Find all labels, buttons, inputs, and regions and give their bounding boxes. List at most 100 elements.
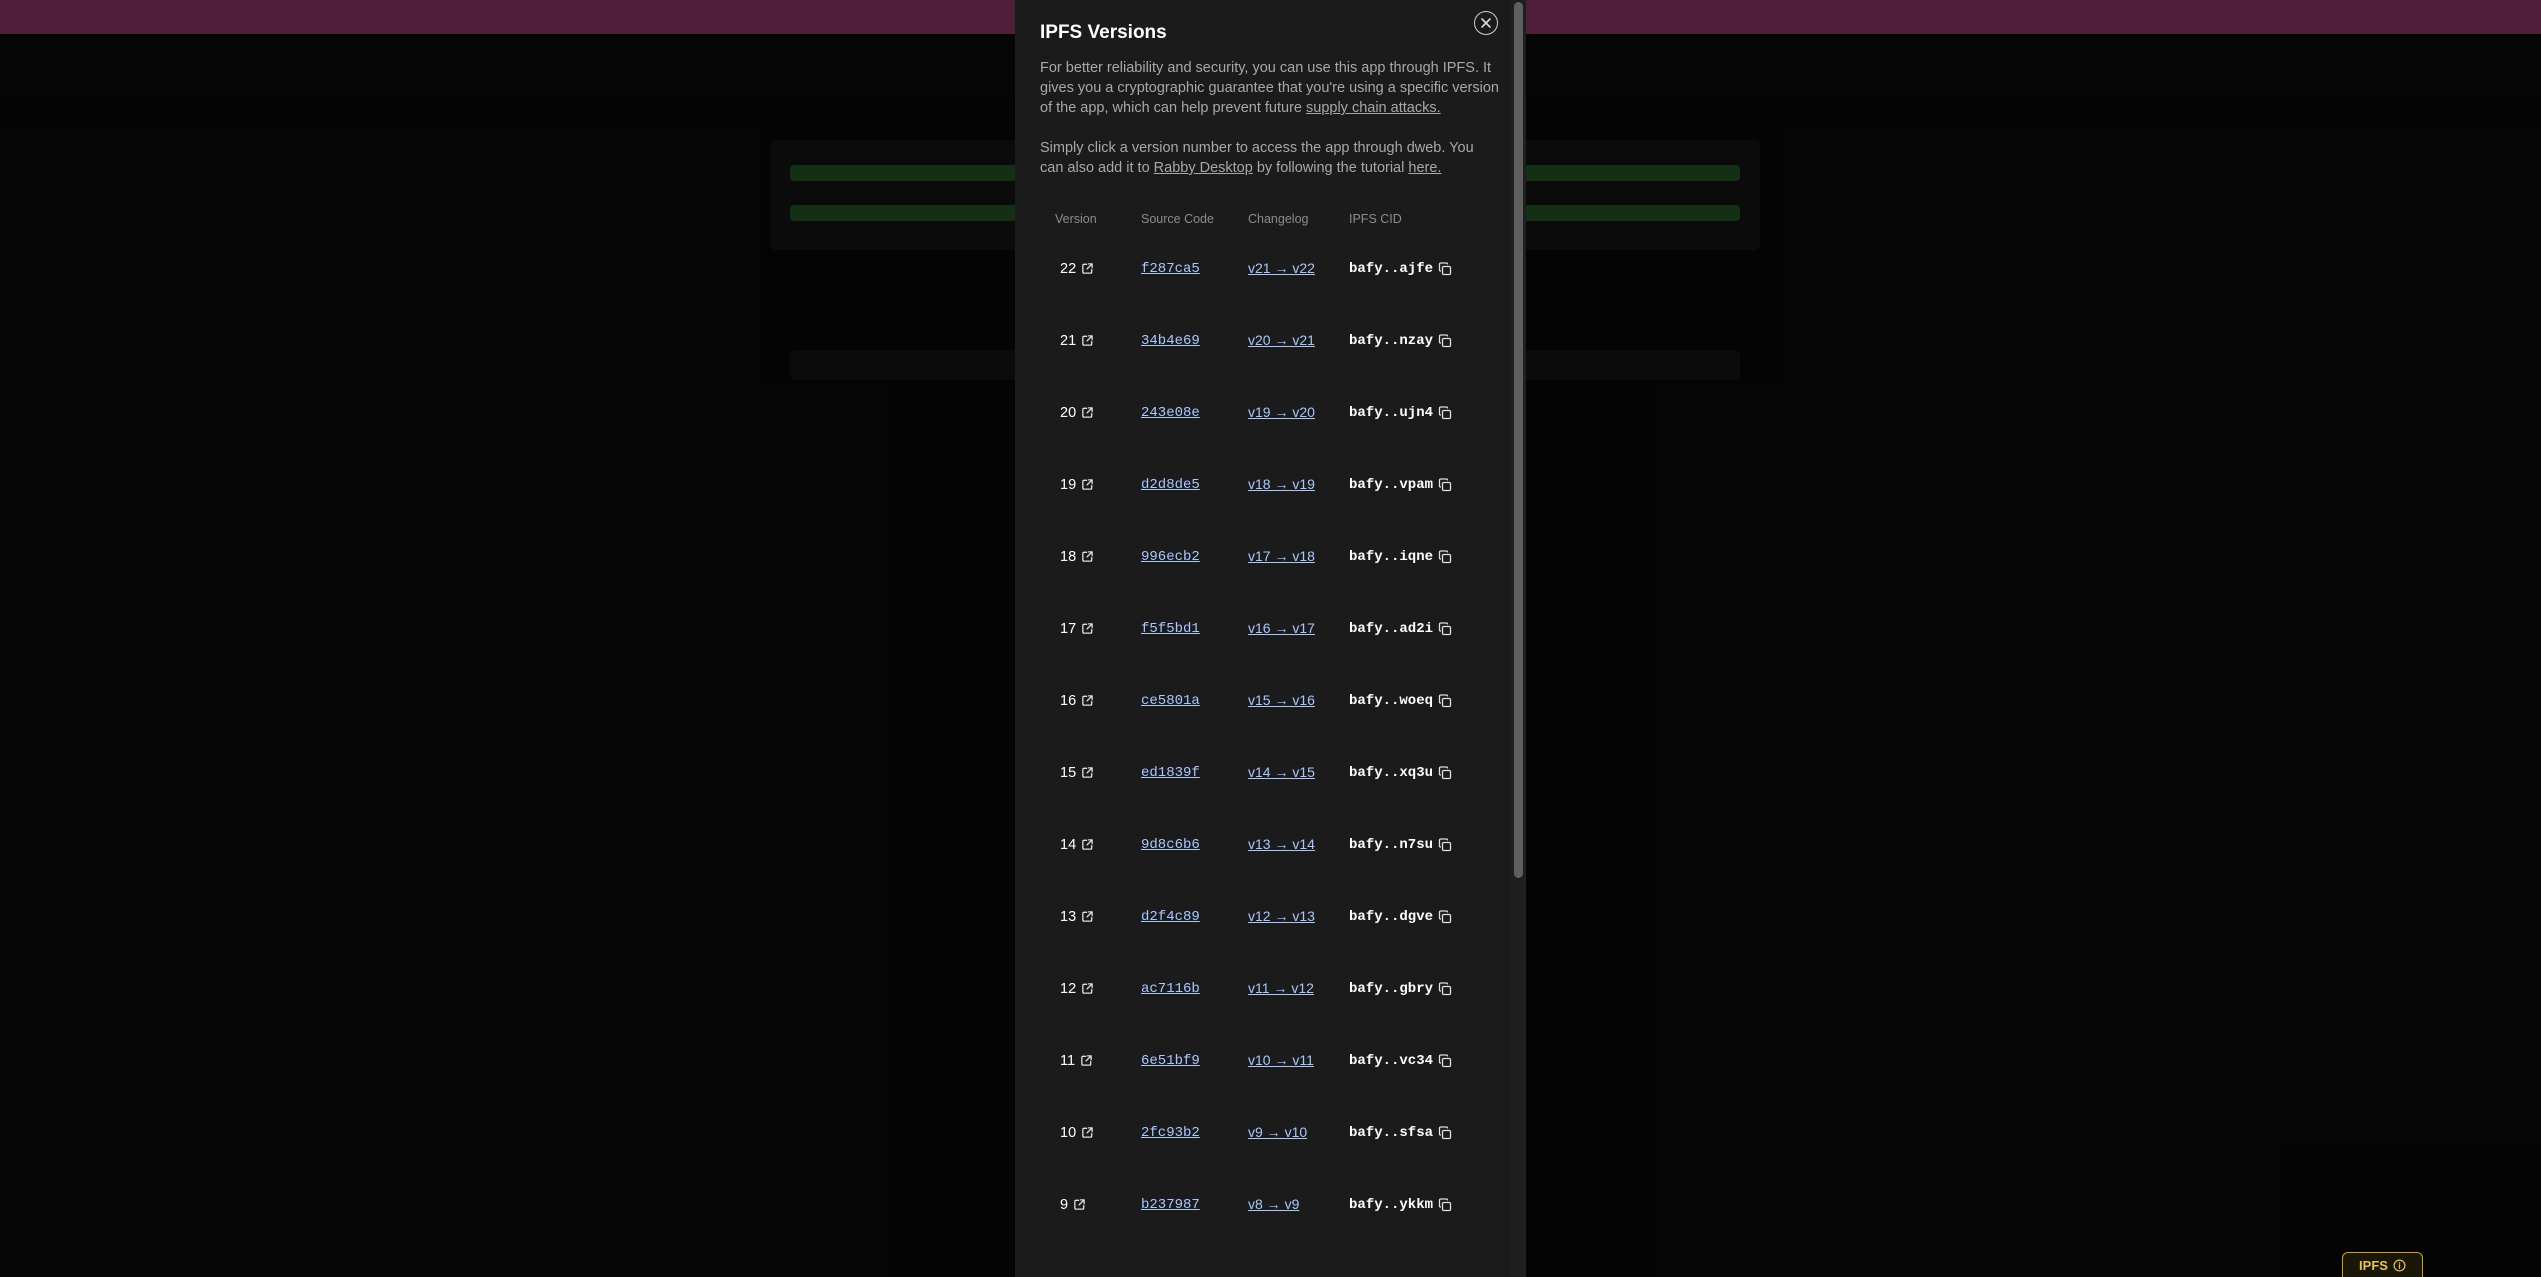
version-number: 11: [1060, 1052, 1076, 1069]
modal-instructions: Simply click a version number to access …: [1040, 138, 1500, 178]
source-code-link[interactable]: ce5801a: [1141, 693, 1200, 709]
copy-cid-button[interactable]: [1438, 766, 1452, 780]
changelog-link[interactable]: v18 → v19: [1248, 476, 1315, 492]
source-code-link[interactable]: d2d8de5: [1141, 477, 1200, 493]
changelog-cell: v15 → v16: [1248, 664, 1349, 736]
copy-cid-button[interactable]: [1438, 406, 1452, 420]
copy-cid-button[interactable]: [1438, 838, 1452, 852]
header-changelog: Changelog: [1248, 212, 1309, 226]
source-code-link[interactable]: f287ca5: [1141, 261, 1200, 277]
source-code-link[interactable]: 243e08e: [1141, 405, 1200, 421]
copy-cid-button[interactable]: [1438, 622, 1452, 636]
source-code-link[interactable]: 6e51bf9: [1141, 1053, 1200, 1069]
table-header-row: Version Source Code Changelog IPFS CID: [1040, 206, 1480, 232]
source-code-link[interactable]: d2f4c89: [1141, 909, 1200, 925]
close-button[interactable]: [1474, 11, 1498, 35]
copy-cid-button[interactable]: [1438, 1198, 1452, 1212]
changelog-cell: v8 → v9: [1248, 1168, 1349, 1240]
version-link[interactable]: 13: [1060, 909, 1094, 925]
version-link[interactable]: 12: [1060, 981, 1094, 997]
version-link[interactable]: 14: [1060, 837, 1094, 853]
version-link[interactable]: 19: [1060, 477, 1094, 493]
version-link[interactable]: 9: [1060, 1197, 1086, 1213]
tutorial-link[interactable]: here.: [1408, 160, 1441, 176]
copy-cid-button[interactable]: [1438, 1126, 1452, 1140]
version-link[interactable]: 17: [1060, 621, 1094, 637]
changelog-link[interactable]: v15 → v16: [1248, 692, 1315, 708]
version-link[interactable]: 22: [1060, 261, 1094, 277]
source-code-cell: 6e51bf9: [1141, 1024, 1248, 1096]
source-code-cell: f5f5bd1: [1141, 592, 1248, 664]
version-number: 10: [1060, 1124, 1077, 1141]
version-link[interactable]: 16: [1060, 693, 1094, 709]
rabby-desktop-link[interactable]: Rabby Desktop: [1154, 160, 1253, 176]
changelog-link[interactable]: v9 → v10: [1248, 1124, 1307, 1140]
version-link[interactable]: 11: [1060, 1053, 1093, 1069]
changelog-link[interactable]: v11 → v12: [1248, 980, 1314, 996]
source-code-link[interactable]: ed1839f: [1141, 765, 1200, 781]
ipfs-cid-cell: bafy..ykkm: [1349, 1168, 1480, 1240]
source-code-link[interactable]: f5f5bd1: [1141, 621, 1200, 637]
changelog-link[interactable]: v8 → v9: [1248, 1196, 1299, 1212]
changelog-link[interactable]: v16 → v17: [1248, 620, 1315, 636]
version-number: 18: [1060, 548, 1077, 565]
ipfs-cid-cell: bafy..woeq: [1349, 664, 1480, 736]
cid-wrap: bafy..ujn4: [1349, 405, 1452, 421]
changelog-link[interactable]: v17 → v18: [1248, 548, 1315, 564]
changelog-link[interactable]: v13 → v14: [1248, 836, 1315, 852]
ipfs-cid-value: bafy..vc34: [1349, 1053, 1434, 1069]
changelog-link[interactable]: v10 → v11: [1248, 1052, 1314, 1068]
copy-cid-button[interactable]: [1438, 478, 1452, 492]
source-code-link[interactable]: b237987: [1141, 1197, 1200, 1213]
source-code-link[interactable]: 34b4e69: [1141, 333, 1200, 349]
external-link-icon: [1082, 551, 1093, 562]
changelog-link[interactable]: v20 → v21: [1248, 332, 1315, 348]
ipfs-badge-button[interactable]: IPFS: [2342, 1252, 2423, 1277]
version-cell: 16: [1040, 664, 1141, 736]
version-cell: 21: [1040, 304, 1141, 376]
header-source-code: Source Code: [1141, 212, 1214, 226]
copy-cid-button[interactable]: [1438, 910, 1452, 924]
cid-wrap: bafy..nzay: [1349, 333, 1452, 349]
copy-cid-button[interactable]: [1438, 694, 1452, 708]
ipfs-cid-cell: bafy..dgve: [1349, 880, 1480, 952]
copy-icon: [1438, 1198, 1452, 1212]
scrollbar-thumb[interactable]: [1514, 2, 1523, 878]
cid-wrap: bafy..woeq: [1349, 693, 1452, 709]
version-cell: 15: [1040, 736, 1141, 808]
source-code-link[interactable]: 9d8c6b6: [1141, 837, 1200, 853]
version-link[interactable]: 20: [1060, 405, 1094, 421]
version-cell: 22: [1040, 232, 1141, 304]
version-link[interactable]: 15: [1060, 765, 1094, 781]
table-row: 9 b237987 v8 → v9 bafy..ykkm: [1040, 1168, 1480, 1240]
ipfs-cid-cell: bafy..n7su: [1349, 808, 1480, 880]
source-code-link[interactable]: 2fc93b2: [1141, 1125, 1200, 1141]
version-link[interactable]: 10: [1060, 1125, 1094, 1141]
version-link[interactable]: 21: [1060, 333, 1094, 349]
external-link-icon: [1082, 911, 1093, 922]
copy-cid-button[interactable]: [1438, 550, 1452, 564]
changelog-link[interactable]: v21 → v22: [1248, 260, 1315, 276]
modal-title: IPFS Versions: [1040, 22, 1167, 43]
copy-cid-button[interactable]: [1438, 982, 1452, 996]
copy-cid-button[interactable]: [1438, 1054, 1452, 1068]
copy-cid-button[interactable]: [1438, 262, 1452, 276]
supply-chain-link[interactable]: supply chain attacks.: [1306, 100, 1441, 116]
ipfs-cid-value: bafy..nzay: [1349, 333, 1434, 349]
ipfs-cid-cell: bafy..xq3u: [1349, 736, 1480, 808]
modal-scrollbar[interactable]: [1511, 0, 1526, 1277]
copy-icon: [1438, 406, 1452, 420]
source-code-cell: 2fc93b2: [1141, 1096, 1248, 1168]
source-code-link[interactable]: 996ecb2: [1141, 549, 1200, 565]
changelog-link[interactable]: v19 → v20: [1248, 404, 1315, 420]
version-link[interactable]: 18: [1060, 549, 1094, 565]
source-code-cell: 996ecb2: [1141, 520, 1248, 592]
changelog-link[interactable]: v14 → v15: [1248, 764, 1315, 780]
ipfs-cid-cell: bafy..iqne: [1349, 520, 1480, 592]
source-code-link[interactable]: ac7116b: [1141, 981, 1200, 997]
changelog-link[interactable]: v12 → v13: [1248, 908, 1315, 924]
table-row: 13 d2f4c89 v12 → v13 bafy..dgve: [1040, 880, 1480, 952]
source-code-cell: d2d8de5: [1141, 448, 1248, 520]
copy-cid-button[interactable]: [1438, 334, 1452, 348]
ipfs-cid-cell: bafy..gbry: [1349, 952, 1480, 1024]
